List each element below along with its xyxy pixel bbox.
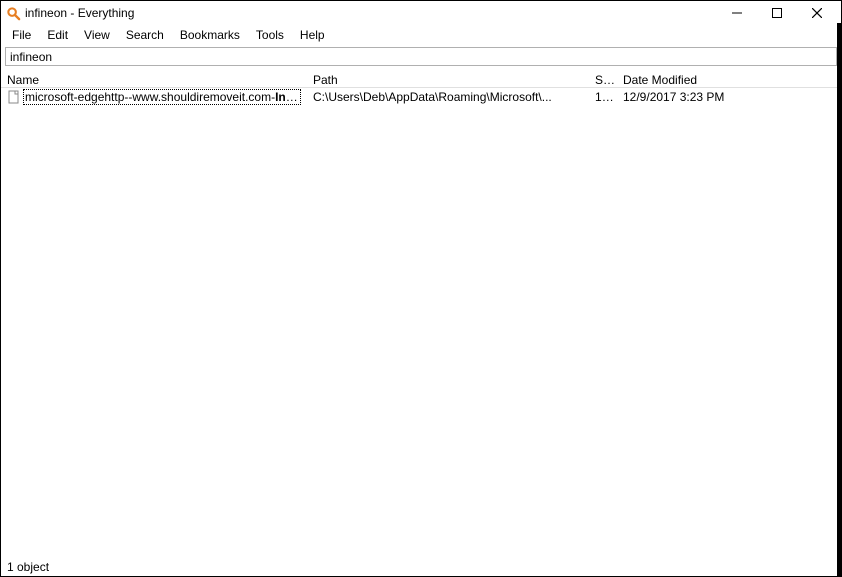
close-button[interactable]	[797, 2, 837, 24]
file-icon	[7, 90, 21, 104]
menu-edit[interactable]: Edit	[40, 26, 75, 44]
menu-search[interactable]: Search	[119, 26, 171, 44]
maximize-button[interactable]	[757, 2, 797, 24]
column-header-path[interactable]: Path	[307, 71, 589, 89]
results-list: microsoft-edgehttp--www.shouldiremoveit.…	[1, 88, 841, 106]
cell-date: 12/9/2017 3:23 PM	[617, 90, 841, 104]
cell-path: C:\Users\Deb\AppData\Roaming\Microsoft\.…	[307, 90, 589, 104]
column-header-name[interactable]: Name	[1, 71, 307, 89]
statusbar: 1 object	[1, 558, 841, 576]
menu-bookmarks[interactable]: Bookmarks	[173, 26, 247, 44]
cell-name: microsoft-edgehttp--www.shouldiremoveit.…	[1, 89, 307, 105]
status-text: 1 object	[7, 560, 49, 574]
column-header-size[interactable]: Size	[589, 71, 617, 89]
menubar: File Edit View Search Bookmarks Tools He…	[1, 25, 841, 45]
menu-help[interactable]: Help	[293, 26, 332, 44]
menu-view[interactable]: View	[77, 26, 117, 44]
menu-tools[interactable]: Tools	[249, 26, 291, 44]
app-icon	[5, 5, 21, 21]
window-controls	[717, 2, 837, 24]
column-header-date[interactable]: Date Modified	[617, 71, 841, 89]
titlebar: infineon - Everything	[1, 1, 841, 25]
columns-header: Name Path Size Date Modified	[1, 68, 841, 88]
minimize-button[interactable]	[717, 2, 757, 24]
file-name: microsoft-edgehttp--www.shouldiremoveit.…	[23, 89, 301, 105]
search-container	[1, 45, 841, 68]
window-title: infineon - Everything	[25, 6, 717, 20]
cell-size: 1 KB	[589, 90, 617, 104]
menu-file[interactable]: File	[5, 26, 38, 44]
result-row[interactable]: microsoft-edgehttp--www.shouldiremoveit.…	[1, 88, 841, 106]
search-input[interactable]	[5, 47, 837, 66]
right-border	[837, 23, 841, 576]
